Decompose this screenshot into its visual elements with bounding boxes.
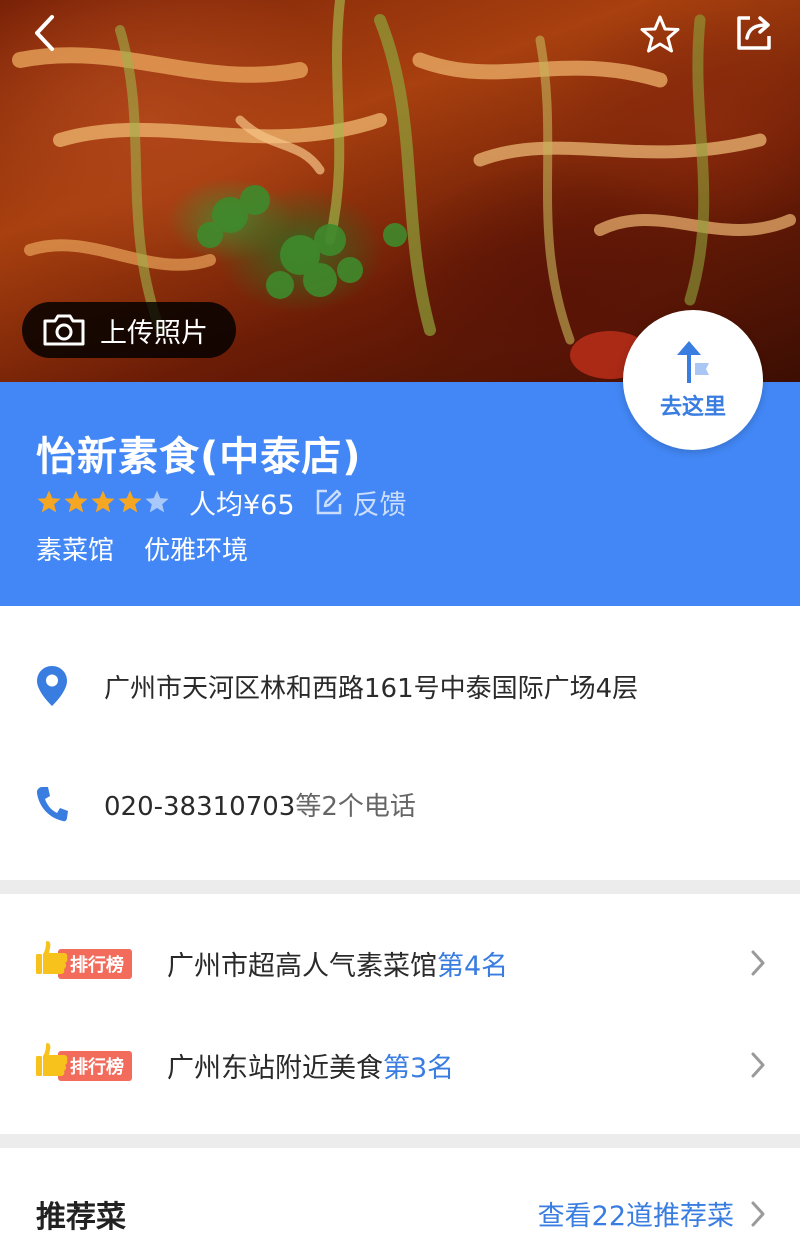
ranking-position: 第3名 — [383, 1052, 455, 1084]
route-arrow-icon — [677, 341, 709, 383]
upload-photo-button[interactable]: 上传照片 — [22, 302, 236, 358]
recommended-dishes-title: 推荐菜 — [36, 1200, 126, 1235]
phone-count: 等2个电话 — [295, 791, 416, 822]
ranking-row[interactable]: 排行榜 广州市超高人气素菜馆第4名 — [0, 923, 800, 1003]
ranking-badge: 排行榜 — [34, 939, 142, 987]
view-all-dishes-label: 查看22道推荐菜 — [537, 1201, 734, 1232]
star-filled-icon — [37, 490, 61, 513]
rating-row: 人均¥65 反馈 — [36, 482, 407, 522]
phone-number: 020-38310703 — [104, 791, 296, 822]
share-icon — [737, 16, 771, 50]
ranking-text: 广州东站附近美食第3名 — [167, 1046, 454, 1085]
camera-icon — [43, 314, 85, 346]
tag-item: 优雅环境 — [144, 536, 249, 566]
phone-row[interactable]: 020-38310703等2个电话 — [0, 756, 800, 852]
edit-icon — [316, 489, 341, 515]
ranking-title: 广州东站附近美食 — [167, 1052, 383, 1084]
star-filled-icon — [91, 490, 115, 513]
shop-name: 怡新素食(中泰店) — [36, 434, 362, 480]
star-outline-icon — [640, 15, 680, 53]
star-filled-icon — [64, 490, 88, 513]
rating-stars — [36, 489, 171, 515]
section-divider — [0, 1134, 800, 1148]
tag-item: 素菜馆 — [36, 536, 115, 566]
address-text: 广州市天河区林和西路161号中泰国际广场4层 — [104, 673, 639, 704]
back-button[interactable] — [24, 10, 64, 56]
phone-icon — [34, 785, 70, 823]
address-row[interactable]: 广州市天河区林和西路161号中泰国际广场4层 — [0, 638, 800, 734]
chevron-right-icon — [751, 950, 765, 976]
average-price: 人均¥65 — [189, 489, 295, 521]
feedback-label: 反馈 — [352, 489, 407, 521]
ranking-badge: 排行榜 — [34, 1041, 142, 1089]
ranking-title: 广州市超高人气素菜馆 — [167, 950, 437, 982]
navigate-here-label: 去这里 — [659, 395, 726, 420]
phone-text: 020-38310703等2个电话 — [104, 786, 416, 823]
ranking-row[interactable]: 排行榜 广州东站附近美食第3名 — [0, 1025, 800, 1105]
location-pin-icon — [34, 665, 70, 707]
favorite-button[interactable] — [636, 10, 684, 58]
share-button[interactable] — [730, 8, 778, 56]
star-filled-icon — [118, 490, 142, 513]
star-empty-icon — [145, 490, 169, 513]
navigate-here-button[interactable]: 去这里 — [623, 310, 763, 450]
back-arrow-icon — [35, 15, 54, 51]
section-divider — [0, 880, 800, 894]
chevron-right-icon — [751, 1052, 765, 1078]
ranking-position: 第4名 — [437, 950, 509, 982]
thumbs-up-icon — [36, 941, 68, 974]
feedback-button[interactable]: 反馈 — [315, 483, 407, 522]
chevron-right-icon — [751, 1201, 765, 1226]
shop-tags: 素菜馆 优雅环境 — [36, 530, 278, 567]
thumbs-up-icon — [36, 1043, 68, 1076]
upload-photo-label: 上传照片 — [100, 317, 208, 349]
ranking-text: 广州市超高人气素菜馆第4名 — [167, 944, 508, 983]
view-all-dishes-link[interactable]: 查看22道推荐菜 — [538, 1194, 766, 1233]
recommended-dishes-header: 推荐菜 查看22道推荐菜 — [0, 1172, 800, 1246]
